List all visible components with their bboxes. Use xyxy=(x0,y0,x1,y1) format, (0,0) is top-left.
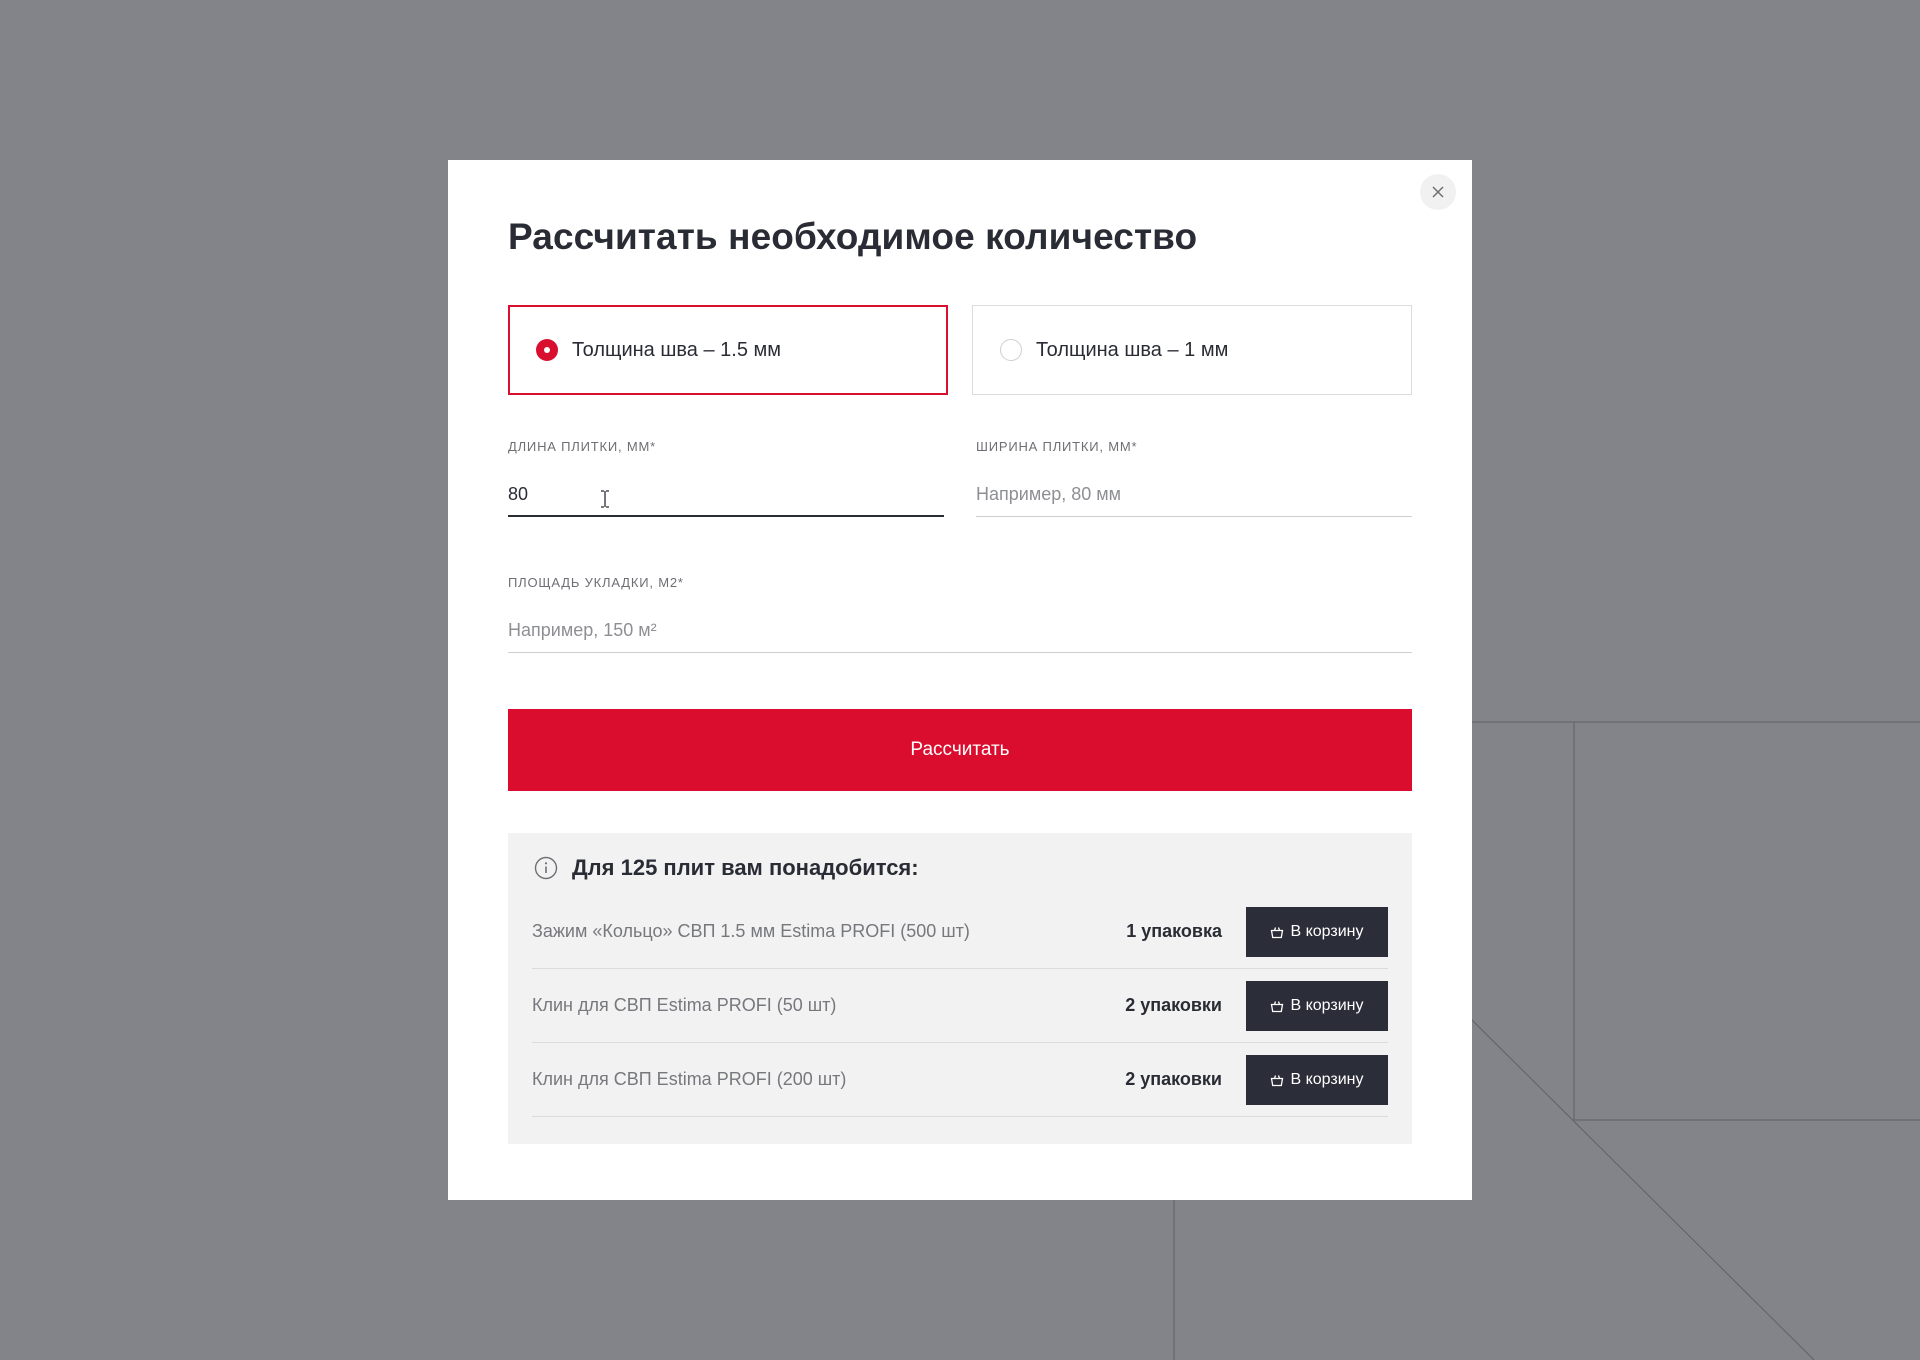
product-quantity: 2 упаковки xyxy=(1125,1069,1222,1089)
add-to-cart-label: В корзину xyxy=(1290,922,1364,940)
seam-option-label: Толщина шва – 1.5 мм xyxy=(572,338,782,361)
add-to-cart-label: В корзину xyxy=(1290,996,1364,1014)
laying-area-label: ПЛОЩАДЬ УКЛАДКИ, М2* xyxy=(508,575,684,590)
result-heading: Для 125 плит вам понадобится: xyxy=(534,855,919,881)
radio-unselected-icon xyxy=(1000,339,1022,361)
basket-icon xyxy=(1271,1074,1284,1086)
product-name: Клин для СВП Estima PROFI (200 шт) xyxy=(532,1069,847,1089)
basket-icon xyxy=(1271,926,1284,938)
tile-width-label: ШИРИНА ПЛИТКИ, ММ* xyxy=(976,439,1138,454)
basket-icon xyxy=(1271,1000,1284,1012)
add-to-cart-button[interactable]: В корзину xyxy=(1246,906,1388,957)
text-cursor-icon xyxy=(601,490,609,508)
product-name: Зажим «Кольцо» СВП 1.5 мм Estima PROFI (… xyxy=(532,921,970,941)
close-icon xyxy=(1432,186,1444,198)
result-heading-text: Для 125 плит вам понадобится: xyxy=(572,855,919,880)
add-to-cart-label: В корзину xyxy=(1290,1070,1364,1088)
product-quantity: 1 упаковка xyxy=(1126,921,1222,941)
add-to-cart-button[interactable]: В корзину xyxy=(1246,980,1388,1031)
result-row: Клин для СВП Estima PROFI (50 шт) 2 упак… xyxy=(532,969,1388,1043)
result-panel: Для 125 плит вам понадобится: Зажим «Кол… xyxy=(508,833,1412,1144)
result-row: Клин для СВП Estima PROFI (200 шт) 2 упа… xyxy=(532,1043,1388,1117)
info-icon xyxy=(534,856,558,880)
tile-length-input[interactable] xyxy=(508,473,944,517)
radio-selected-icon xyxy=(536,339,558,361)
seam-option-label: Толщина шва – 1 мм xyxy=(1036,338,1229,361)
calculate-button[interactable]: Рассчитать xyxy=(508,709,1412,791)
calculator-modal: Рассчитать необходимое количество Толщин… xyxy=(448,160,1472,1200)
tile-length-label: ДЛИНА ПЛИТКИ, ММ* xyxy=(508,439,656,454)
seam-option-1mm[interactable]: Толщина шва – 1 мм xyxy=(972,305,1412,395)
laying-area-input[interactable] xyxy=(508,609,1412,653)
add-to-cart-button[interactable]: В корзину xyxy=(1246,1054,1388,1105)
tile-width-input[interactable] xyxy=(976,473,1412,517)
modal-title: Рассчитать необходимое количество xyxy=(508,216,1198,257)
result-row: Зажим «Кольцо» СВП 1.5 мм Estima PROFI (… xyxy=(532,895,1388,969)
seam-option-1-5mm[interactable]: Толщина шва – 1.5 мм xyxy=(508,305,948,395)
product-quantity: 2 упаковки xyxy=(1125,995,1222,1015)
product-name: Клин для СВП Estima PROFI (50 шт) xyxy=(532,995,837,1015)
close-button[interactable] xyxy=(1420,174,1456,210)
